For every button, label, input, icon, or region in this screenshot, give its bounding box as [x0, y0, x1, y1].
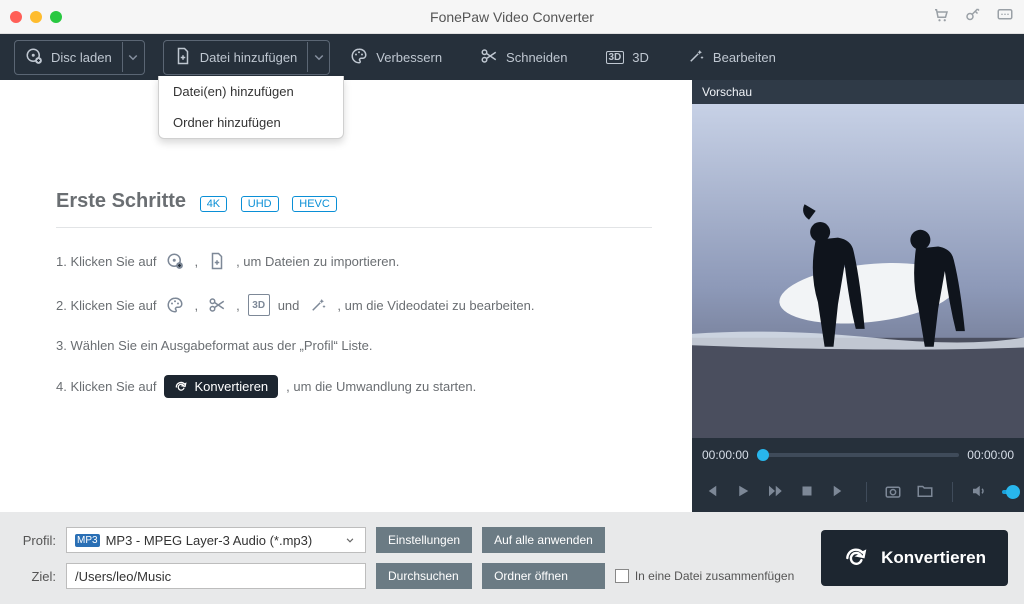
merge-label: In eine Datei zusammenfügen: [635, 569, 794, 583]
wand-icon: [687, 47, 705, 68]
stop-button[interactable]: [798, 482, 816, 503]
convert-pill: Konvertieren: [164, 375, 278, 398]
add-file-button[interactable]: Datei hinzufügen: [163, 40, 331, 75]
destination-label: Ziel:: [16, 569, 56, 584]
convert-label: Konvertieren: [881, 548, 986, 568]
snapshot-button[interactable]: [884, 482, 902, 503]
edit-label: Bearbeiten: [713, 50, 776, 65]
open-snapshot-folder-button[interactable]: [916, 482, 934, 503]
time-start: 00:00:00: [702, 448, 749, 462]
destination-input[interactable]: /Users/leo/Music: [66, 563, 366, 589]
step-4: 4. Klicken Sie auf Konvertieren , um die…: [56, 375, 652, 398]
open-folder-button[interactable]: Ordner öffnen: [482, 563, 605, 589]
cart-icon[interactable]: [932, 6, 950, 27]
profile-label: Profil:: [16, 533, 56, 548]
profile-select[interactable]: MP3 MP3 - MPEG Layer-3 Audio (*.mp3): [66, 527, 366, 553]
titlebar: FonePaw Video Converter: [0, 0, 1024, 34]
cut-label: Schneiden: [506, 50, 567, 65]
register-key-icon[interactable]: [964, 6, 982, 27]
badge-uhd: UHD: [241, 196, 279, 212]
load-disc-dropdown-toggle[interactable]: [122, 42, 144, 72]
add-files-item[interactable]: Datei(en) hinzufügen: [159, 76, 343, 107]
preview-panel: Vorschau: [692, 80, 1024, 512]
step2-text-b: , um die Videodatei zu bearbeiten.: [337, 298, 534, 313]
preview-video-area[interactable]: [692, 104, 1024, 438]
profile-value: MP3 - MPEG Layer-3 Audio (*.mp3): [106, 533, 313, 548]
file-add-icon: [174, 47, 192, 68]
add-folder-item[interactable]: Ordner hinzufügen: [159, 107, 343, 138]
wand-icon: [307, 294, 329, 316]
enhance-button[interactable]: Verbessern: [340, 41, 452, 74]
app-title: FonePaw Video Converter: [0, 9, 1024, 25]
step1-text-a: 1. Klicken Sie auf: [56, 254, 156, 269]
disc-add-icon: [164, 250, 186, 272]
step3-text: 3. Wählen Sie ein Ausgabeformat aus der …: [56, 338, 373, 353]
threeD-icon: 3D: [606, 51, 625, 64]
step1-text-b: , um Dateien zu importieren.: [236, 254, 399, 269]
load-disc-label: Disc laden: [51, 50, 112, 65]
step-1: 1. Klicken Sie auf , , um Dateien zu imp…: [56, 250, 652, 272]
palette-icon: [164, 294, 186, 316]
step-2: 2. Klicken Sie auf , , 3D und , um die V…: [56, 294, 652, 316]
step2-text-a: 2. Klicken Sie auf: [56, 298, 156, 313]
scissors-icon: [480, 47, 498, 68]
timeline: 00:00:00 00:00:00: [692, 438, 1024, 472]
volume-slider[interactable]: [1002, 490, 1014, 494]
enhance-label: Verbessern: [376, 50, 442, 65]
fast-forward-button[interactable]: [766, 482, 784, 503]
load-disc-button[interactable]: Disc laden: [14, 40, 145, 75]
close-button[interactable]: [10, 11, 22, 23]
player-controls: [692, 472, 1024, 512]
window-controls: [10, 11, 62, 23]
browse-button[interactable]: Durchsuchen: [376, 563, 472, 589]
edit-button[interactable]: Bearbeiten: [677, 41, 786, 74]
checkbox-icon: [615, 569, 629, 583]
3d-label: 3D: [632, 50, 649, 65]
badge-hevc: HEVC: [292, 196, 337, 212]
minimize-button[interactable]: [30, 11, 42, 23]
getting-started-heading: Erste Schritte: [56, 190, 186, 213]
mp3-icon: MP3: [75, 534, 100, 547]
disc-icon: [25, 47, 43, 68]
seek-slider[interactable]: [757, 453, 960, 457]
play-button[interactable]: [734, 482, 752, 503]
step4-text-b: , um die Umwandlung zu starten.: [286, 379, 476, 394]
footer-bar: Profil: MP3 MP3 - MPEG Layer-3 Audio (*.m…: [0, 512, 1024, 604]
preview-header: Vorschau: [692, 80, 1024, 104]
maximize-button[interactable]: [50, 11, 62, 23]
time-end: 00:00:00: [967, 448, 1014, 462]
add-file-label: Datei hinzufügen: [200, 50, 298, 65]
convert-pill-label: Konvertieren: [194, 379, 268, 394]
file-add-icon: [206, 250, 228, 272]
threeD-badge-icon: 3D: [248, 294, 270, 316]
merge-checkbox[interactable]: In eine Datei zusammenfügen: [615, 569, 794, 583]
prev-button[interactable]: [702, 482, 720, 503]
3d-button[interactable]: 3D 3D: [596, 44, 659, 71]
getting-started-panel: Erste Schritte 4K UHD HEVC 1. Klicken Si…: [0, 80, 692, 512]
cut-button[interactable]: Schneiden: [470, 41, 577, 74]
step2-und: und: [278, 298, 300, 313]
add-file-dropdown-toggle[interactable]: [307, 42, 329, 72]
scissors-icon: [206, 294, 228, 316]
destination-value: /Users/leo/Music: [75, 569, 171, 584]
convert-button[interactable]: Konvertieren: [821, 530, 1008, 586]
feedback-icon[interactable]: [996, 6, 1014, 27]
add-file-dropdown: Datei(en) hinzufügen Ordner hinzufügen: [158, 76, 344, 139]
menubar: Disc laden Datei hinzufügen Verbessern S…: [0, 34, 1024, 80]
apply-all-button[interactable]: Auf alle anwenden: [482, 527, 605, 553]
step-3: 3. Wählen Sie ein Ausgabeformat aus der …: [56, 338, 652, 353]
step4-text-a: 4. Klicken Sie auf: [56, 379, 156, 394]
palette-icon: [350, 47, 368, 68]
settings-button[interactable]: Einstellungen: [376, 527, 472, 553]
divider: [56, 227, 652, 228]
volume-icon[interactable]: [970, 482, 988, 503]
badge-4k: 4K: [200, 196, 227, 212]
next-button[interactable]: [830, 482, 848, 503]
